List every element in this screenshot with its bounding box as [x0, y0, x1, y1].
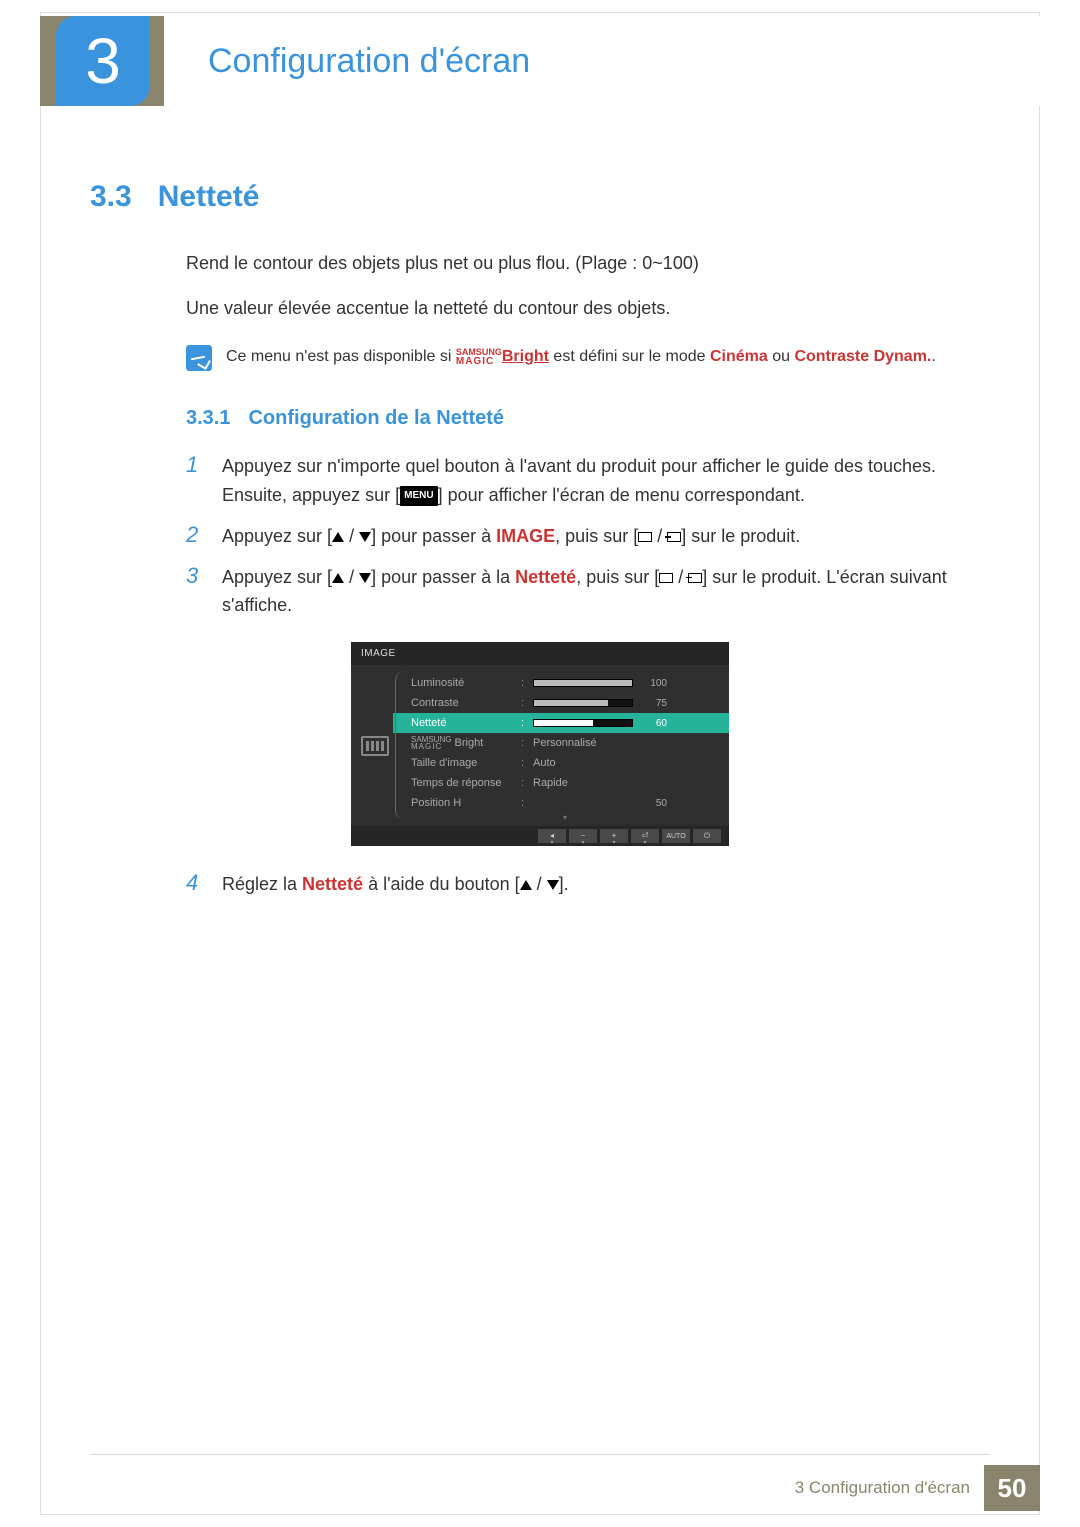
bright-label: Bright — [502, 348, 549, 365]
samsung-magic-logo: SAMSUNGMAGIC — [456, 348, 502, 365]
osd-rows: Luminosité: 100 Contraste: 75 Netteté: 6… — [399, 665, 729, 826]
osd-footer-auto-button: AUTO — [662, 829, 690, 843]
up-triangle-icon — [520, 880, 532, 890]
section-number: 3.3 — [90, 180, 132, 214]
osd-down-arrow: ▾ — [401, 813, 719, 822]
osd-row-nettete-selected: Netteté: 60 — [393, 713, 729, 733]
osd-left-panel — [351, 665, 399, 826]
image-label: IMAGE — [496, 526, 555, 546]
rect-enter-icon — [667, 532, 681, 542]
intro-paragraph-2: Une valeur élevée accentue la netteté du… — [186, 293, 990, 324]
content-area: 3.3 Netteté Rend le contour des objets p… — [90, 180, 990, 911]
note-or: ou — [768, 348, 795, 365]
nettete-label: Netteté — [302, 874, 363, 894]
osd-footer-enter-icon: ⏎▾ — [631, 829, 659, 843]
intro-paragraph-1: Rend le contour des objets plus net ou p… — [186, 248, 990, 279]
step-4: 4 Réglez la Netteté à l'aide du bouton [… — [186, 870, 990, 899]
note-pre: Ce menu n'est pas disponible si — [226, 348, 456, 365]
osd-footer-plus-icon: +▾ — [600, 829, 628, 843]
step-2: 2 Appuyez sur [ / ] pour passer à IMAGE,… — [186, 522, 990, 551]
section-heading: 3.3 Netteté — [90, 180, 990, 214]
note-mid: est défini sur le mode — [549, 348, 710, 365]
step-number: 2 — [186, 522, 204, 551]
osd-body: Luminosité: 100 Contraste: 75 Netteté: 6… — [351, 665, 729, 826]
osd-footer: ◂▾ −▾ +▾ ⏎▾ AUTO ⏻ — [351, 826, 729, 846]
osd-row-luminosite: Luminosité: 100 — [401, 673, 719, 693]
osd-bar — [533, 679, 633, 687]
note-row: Ce menu n'est pas disponible si SAMSUNGM… — [186, 345, 990, 371]
down-triangle-icon — [547, 880, 559, 890]
step-4-text: Réglez la Netteté à l'aide du bouton [ /… — [222, 870, 569, 899]
osd-footer-minus-icon: −▾ — [569, 829, 597, 843]
note-end: . — [931, 348, 935, 365]
note-icon — [186, 345, 212, 371]
note-text: Ce menu n'est pas disponible si SAMSUNGM… — [226, 345, 936, 369]
header-white-area: Configuration d'écran — [164, 16, 1040, 106]
footer-divider — [90, 1454, 990, 1455]
step-3: 3 Appuyez sur [ / ] pour passer à la Net… — [186, 563, 990, 621]
step-number: 1 — [186, 452, 204, 510]
rect-icon — [638, 532, 652, 542]
footer: 3 Configuration d'écran 50 — [795, 1465, 1040, 1511]
up-triangle-icon — [332, 532, 344, 542]
osd-row-temps: Temps de réponse: Rapide — [401, 773, 719, 793]
step-number: 4 — [186, 870, 204, 899]
step-2-text: Appuyez sur [ / ] pour passer à IMAGE, p… — [222, 522, 800, 551]
chapter-number-badge: 3 — [56, 16, 150, 106]
chapter-number: 3 — [85, 24, 121, 98]
osd-row-position-h: Position H: 50 — [401, 793, 719, 813]
step-3-text: Appuyez sur [ / ] pour passer à la Nette… — [222, 563, 990, 621]
rect-icon — [659, 573, 673, 583]
osd-image-icon — [361, 736, 389, 756]
osd-row-taille: Taille d'image: Auto — [401, 753, 719, 773]
chapter-title: Configuration d'écran — [208, 42, 530, 81]
osd-row-magic-bright: SAMSUNGMAGIC Bright: Personnalisé — [401, 733, 719, 753]
up-triangle-icon — [332, 573, 344, 583]
osd-footer-power-icon: ⏻ — [693, 829, 721, 843]
cinema-label: Cinéma — [710, 348, 768, 365]
step-1-text: Appuyez sur n'importe quel bouton à l'av… — [222, 452, 990, 510]
step-1: 1 Appuyez sur n'importe quel bouton à l'… — [186, 452, 990, 510]
subsection-heading: 3.3.1 Configuration de la Netteté — [186, 407, 990, 430]
contrast-label: Contraste Dynam. — [794, 348, 931, 365]
down-triangle-icon — [359, 532, 371, 542]
osd-row-contraste: Contraste: 75 — [401, 693, 719, 713]
osd-curve — [395, 671, 405, 820]
section-title: Netteté — [158, 180, 260, 214]
rect-enter-icon — [688, 573, 702, 583]
step-number: 3 — [186, 563, 204, 621]
footer-text: 3 Configuration d'écran — [795, 1478, 970, 1498]
menu-button-icon: MENU — [400, 486, 437, 506]
subsection-number: 3.3.1 — [186, 407, 230, 430]
header-banner: Configuration d'écran — [40, 16, 1040, 106]
osd-title: IMAGE — [351, 642, 729, 665]
nettete-label: Netteté — [515, 567, 576, 587]
page-number: 50 — [984, 1465, 1040, 1511]
down-triangle-icon — [359, 573, 371, 583]
osd-bar — [533, 719, 633, 727]
osd-bar — [533, 699, 633, 707]
osd-footer-left-icon: ◂▾ — [538, 829, 566, 843]
osd-menu: IMAGE Luminosité: 100 Contraste: 75 Nett… — [351, 642, 729, 846]
subsection-title: Configuration de la Netteté — [248, 407, 504, 430]
